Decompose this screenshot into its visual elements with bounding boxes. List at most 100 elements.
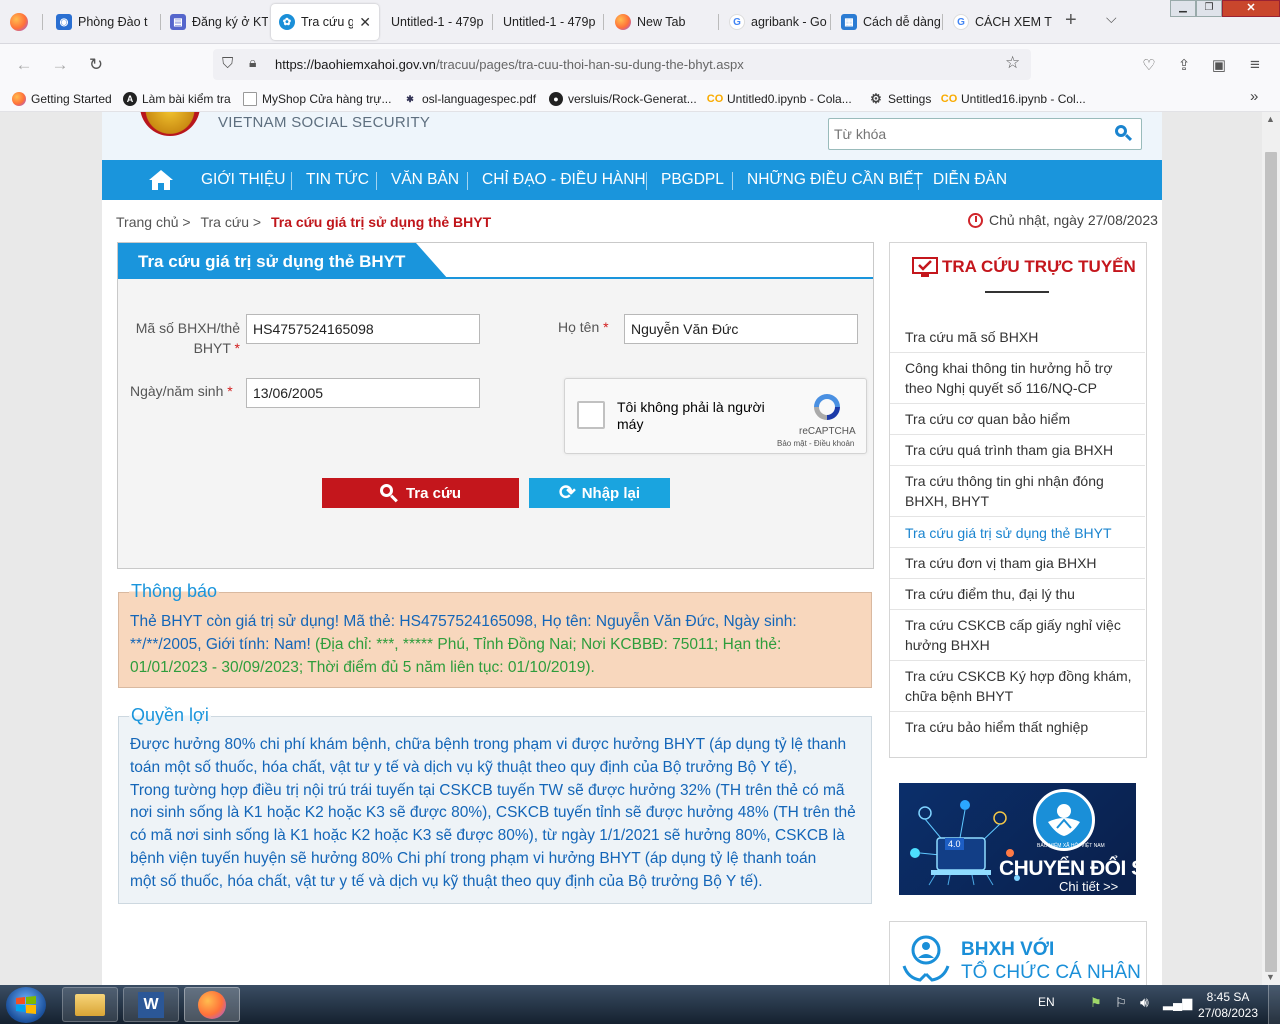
home-icon[interactable] — [148, 169, 174, 191]
back-arrow-icon[interactable]: ← — [12, 53, 36, 77]
flag-icon[interactable]: ⚐ — [1115, 995, 1127, 1011]
sidebar-item-don-vi-tham-gia[interactable]: Tra cứu đơn vị tham gia BHXH — [905, 553, 1097, 573]
tab-untitled-1b[interactable]: Untitled-1 - 479p — [495, 4, 601, 40]
tab-tra-cuu[interactable]: ✿ Tra cứu gi ✕ — [271, 4, 379, 40]
more-bookmarks-chevron-icon[interactable]: » — [1250, 88, 1258, 105]
menu-van-ban[interactable]: VĂN BẢN — [391, 160, 459, 200]
bhxh-organizations-banner[interactable]: BHXH VỚI TỔ CHỨC CÁ NHÂN — [889, 921, 1147, 985]
dob-label: Ngày/năm sinh * — [130, 383, 233, 399]
sidebar-item-cong-khai[interactable]: Công khai thông tin hưởng hỗ trợ theo Ngh… — [905, 358, 1113, 398]
scroll-up-arrow-icon[interactable]: ▲ — [1266, 114, 1275, 124]
signal-bars-icon[interactable]: ▂▄▆ — [1163, 995, 1192, 1011]
recaptcha-terms[interactable]: Bảo mật - Điều khoản — [777, 439, 854, 448]
scrollbar-thumb[interactable] — [1265, 152, 1277, 972]
url-bar[interactable]: ⛉ 🔒︎ https://baohiemxahoi.gov.vn/tracuu/… — [213, 49, 1031, 80]
language-indicator[interactable]: EN — [1038, 995, 1055, 1009]
firefox-menu-icon[interactable] — [10, 13, 28, 31]
name-input[interactable]: Nguyễn Văn Đức — [624, 314, 858, 344]
bookmark-versluis[interactable]: ● versluis/Rock-Generat... — [549, 90, 697, 108]
document-icon — [243, 92, 257, 106]
search-input[interactable] — [834, 123, 1104, 145]
search-icon[interactable] — [1113, 123, 1133, 143]
search-button[interactable]: Tra cứu — [322, 478, 519, 508]
search-box[interactable] — [828, 118, 1142, 150]
globe-icon: ✱ — [406, 93, 414, 104]
bookmark-star-icon[interactable]: ☆ — [1005, 53, 1020, 73]
sidebar-item-cskcb-hop-dong[interactable]: Tra cứu CSKCB Ký hợp đồng khám, chữa bệnh… — [905, 666, 1132, 706]
windows-start-button[interactable] — [6, 987, 46, 1023]
menu-chi-dao-dieu-hanh[interactable]: CHỈ ĐẠO - ĐIỀU HÀNH — [482, 160, 646, 200]
account-icon[interactable]: ▣ — [1207, 53, 1231, 77]
banner2-line2: TỔ CHỨC CÁ NHÂN — [961, 962, 1141, 983]
clock[interactable]: 8:45 SA 27/08/2023 — [1192, 989, 1264, 1021]
hamburger-menu-icon[interactable]: ≡ — [1243, 53, 1267, 77]
bookmark-osl[interactable]: ✱ osl-languagespec.pdf — [403, 90, 536, 108]
sidebar-item-ghi-nhan-dong[interactable]: Tra cứu thông tin ghi nhận đóng BHXH, BHY… — [905, 471, 1104, 511]
refresh-icon: ⟳ — [558, 482, 576, 504]
sidebar-panel: TRA CỨU TRỰC TUYẾN Tra cứu mã số BHXH Cô… — [889, 242, 1147, 758]
tab-cach-xem[interactable]: G CÁCH XEM T — [945, 4, 1053, 40]
network-icon[interactable]: ⚑ — [1090, 995, 1102, 1011]
bookmark-lam-bai[interactable]: A Làm bài kiểm tra — [123, 90, 231, 108]
sidebar-item-diem-thu[interactable]: Tra cứu điểm thu, đại lý thu — [905, 584, 1075, 604]
banner2-line1: BHXH VỚI — [961, 939, 1055, 960]
bookmark-myshop[interactable]: MyShop Cửa hàng trự... — [243, 90, 391, 108]
menu-gioi-thieu[interactable]: GIỚI THIỆU — [201, 160, 286, 200]
list-tabs-chevron-icon[interactable]: ⌵ — [1106, 10, 1117, 27]
menu-tin-tuc[interactable]: TIN TỨC — [306, 160, 369, 200]
forward-arrow-icon[interactable]: → — [48, 53, 72, 77]
sidebar-item-gia-tri-the-bhyt[interactable]: Tra cứu giá trị sử dụng thẻ BHYT — [905, 523, 1112, 543]
recaptcha-brand: reCAPTCHA — [799, 426, 856, 437]
maximize-icon[interactable]: ❐ — [1196, 0, 1222, 17]
reload-icon[interactable]: ↻ — [84, 53, 108, 77]
extensions-icon[interactable]: ⇪ — [1172, 53, 1196, 77]
url-text[interactable]: https://baohiemxahoi.gov.vn/tracuu/pages… — [275, 57, 744, 72]
reset-button[interactable]: ⟳ Nhập lại — [529, 478, 670, 508]
tab-phong-dao-tao[interactable]: ◉ Phòng Đào t — [48, 4, 158, 40]
bookmark-untitled16[interactable]: CO Untitled16.ipynb - Col... — [940, 90, 1086, 108]
page-scrollbar[interactable]: ▲ ▼ — [1262, 112, 1280, 985]
tab-dang-ky[interactable]: ▤ Đăng ký ở KT — [162, 4, 268, 40]
tab-agribank[interactable]: G agribank - Go — [721, 4, 829, 40]
menu-pbgdpl[interactable]: PBGDPL — [661, 160, 724, 200]
sidebar-item-qua-trinh[interactable]: Tra cứu quá trình tham gia BHXH — [905, 440, 1113, 460]
scroll-down-arrow-icon[interactable]: ▼ — [1266, 972, 1275, 982]
bookmark-getting-started[interactable]: Getting Started — [12, 90, 112, 108]
magnifier-icon — [379, 484, 398, 503]
shield-icon[interactable]: ⛉ — [222, 55, 233, 72]
banner-details-link[interactable]: Chi tiết >> — [1059, 879, 1118, 894]
sidebar-item-that-nghiep[interactable]: Tra cứu bảo hiểm thất nghiệp — [905, 717, 1088, 737]
menu-dien-dan[interactable]: DIỄN ĐÀN — [933, 160, 1007, 200]
lock-icon[interactable]: 🔒︎ — [249, 54, 256, 71]
bookmark-settings[interactable]: ⚙ Settings — [869, 90, 931, 108]
tab-untitled-1a[interactable]: Untitled-1 - 479p — [383, 4, 491, 40]
file-explorer-taskbar-icon[interactable] — [62, 987, 118, 1022]
recaptcha-label: Tôi không phải là người máy — [617, 399, 765, 432]
google-icon: G — [953, 14, 969, 30]
digital-transformation-banner[interactable]: 4.0 BẢO HIỂM XÃ HỘI VIỆT NAM CHUYỂN ĐỔI … — [899, 783, 1136, 895]
menu-nhung-dieu-can-biet[interactable]: NHỮNG ĐIỀU CẦN BIẾT — [747, 160, 923, 200]
volume-icon[interactable]: 🔊︎ — [1140, 994, 1149, 1011]
sidebar-item-cskcb-nghi-viec[interactable]: Tra cứu CSKCB cấp giấy nghỉ việc hưởng BH… — [905, 615, 1121, 655]
bookmark-untitled0[interactable]: CO Untitled0.ipynb - Cola... — [706, 90, 852, 108]
breadcrumb-home[interactable]: Trang chủ > — [116, 214, 191, 230]
sidebar-item-ma-so-bhxh[interactable]: Tra cứu mã số BHXH — [905, 327, 1038, 347]
tab-cach-de-dang[interactable]: ▦ Cách dễ dàng — [833, 4, 941, 40]
sidebar-item-co-quan-bao-hiem[interactable]: Tra cứu cơ quan bảo hiểm — [905, 409, 1070, 429]
close-window-icon[interactable]: ✕ — [1222, 0, 1280, 17]
code-input[interactable]: HS4757524165098 — [246, 314, 480, 344]
word-taskbar-icon[interactable]: W — [123, 987, 179, 1022]
minimize-icon[interactable]: ▁ — [1170, 0, 1196, 17]
site-content: VIETNAM SOCIAL SECURITY GIỚI THIỆU TIN T… — [102, 112, 1162, 985]
dob-input[interactable]: 13/06/2005 — [246, 378, 480, 408]
recaptcha-checkbox[interactable] — [577, 401, 605, 429]
close-tab-icon[interactable]: ✕ — [359, 14, 371, 31]
colab-icon: CO — [706, 93, 724, 105]
tab-new-tab[interactable]: New Tab — [607, 4, 717, 40]
show-desktop-button[interactable] — [1268, 985, 1280, 1024]
pocket-icon[interactable]: ♡ — [1137, 53, 1161, 77]
colab-icon: CO — [940, 93, 958, 105]
new-tab-plus-icon[interactable]: + — [1065, 9, 1077, 32]
firefox-taskbar-icon[interactable] — [184, 987, 240, 1022]
breadcrumb-lookup[interactable]: Tra cứu > — [200, 214, 261, 230]
